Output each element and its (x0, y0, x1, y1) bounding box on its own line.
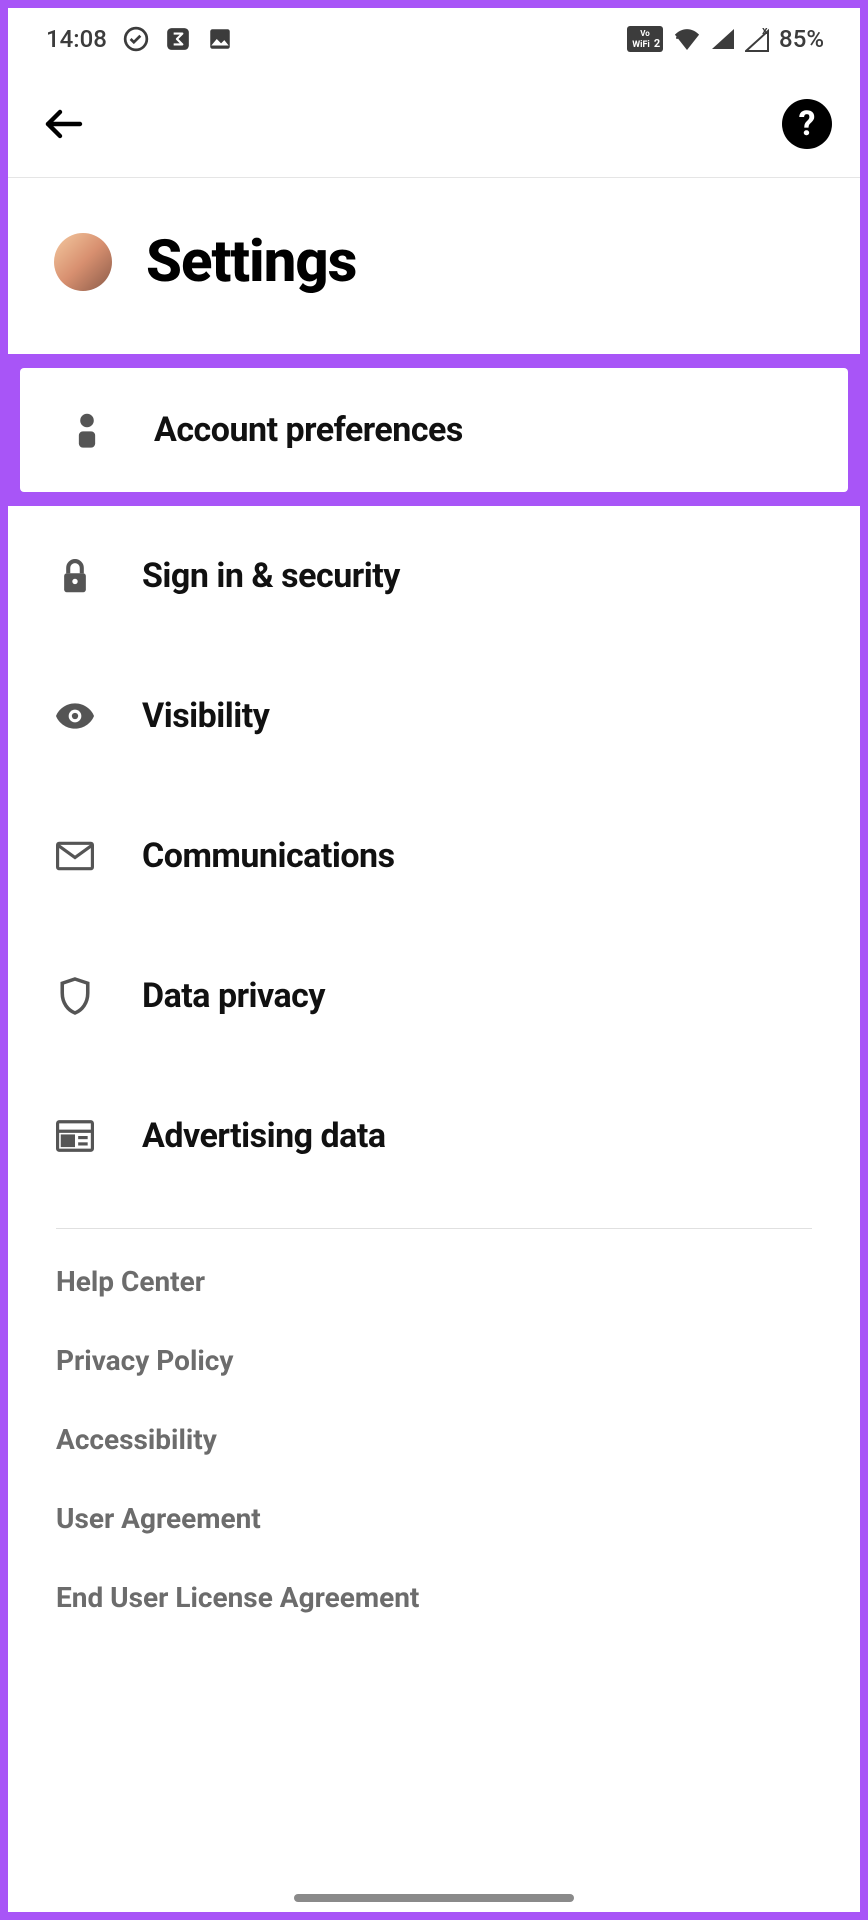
shield-icon (56, 977, 94, 1015)
eye-icon (56, 697, 94, 735)
footer-links: Help Center Privacy Policy Accessibility… (8, 1265, 860, 1654)
mail-icon (56, 837, 94, 875)
footer-link-eula[interactable]: End User License Agreement (56, 1581, 812, 1614)
settings-item-label: Communications (142, 836, 395, 876)
status-battery: 85% (779, 25, 824, 53)
help-icon: ? (799, 104, 816, 144)
status-wifi-icon (673, 28, 701, 50)
status-signal-2-icon: x (745, 26, 769, 52)
settings-item-label: Data privacy (142, 976, 325, 1016)
settings-item-account-preferences[interactable]: Account preferences (20, 368, 848, 492)
settings-item-visibility[interactable]: Visibility (8, 646, 860, 786)
status-check-icon (123, 26, 149, 52)
settings-item-label: Advertising data (142, 1116, 386, 1156)
status-time: 14:08 (46, 25, 107, 53)
settings-item-label: Account preferences (154, 410, 463, 450)
app-bar: ? (8, 70, 860, 178)
status-signal-1-icon (711, 28, 735, 50)
avatar[interactable] (54, 233, 112, 291)
newspaper-icon (56, 1117, 94, 1155)
settings-item-label: Sign in & security (142, 556, 400, 596)
footer-link-accessibility[interactable]: Accessibility (56, 1423, 812, 1456)
settings-item-data-privacy[interactable]: Data privacy (8, 926, 860, 1066)
highlight-box: Account preferences (8, 354, 860, 506)
lock-icon (56, 557, 94, 595)
divider (56, 1228, 812, 1229)
settings-item-label: Visibility (142, 696, 269, 736)
settings-item-communications[interactable]: Communications (8, 786, 860, 926)
header: Settings (8, 178, 860, 354)
status-sigma-icon (165, 26, 191, 52)
svg-text:2: 2 (654, 37, 660, 50)
status-photo-icon (207, 26, 233, 52)
home-indicator[interactable] (294, 1894, 574, 1902)
back-button[interactable] (36, 96, 92, 152)
page-title: Settings (146, 228, 356, 296)
status-bar: 14:08 Vo WiFi 2 x 85% (8, 8, 860, 70)
footer-link-help-center[interactable]: Help Center (56, 1265, 812, 1298)
settings-item-advertising-data[interactable]: Advertising data (8, 1066, 860, 1206)
footer-link-privacy-policy[interactable]: Privacy Policy (56, 1344, 812, 1377)
svg-text:WiFi: WiFi (632, 40, 650, 50)
svg-text:Vo: Vo (640, 29, 650, 38)
person-icon (68, 411, 106, 449)
help-button[interactable]: ? (782, 99, 832, 149)
settings-item-sign-in-security[interactable]: Sign in & security (8, 506, 860, 646)
status-vowifi-icon: Vo WiFi 2 (627, 26, 663, 52)
footer-link-user-agreement[interactable]: User Agreement (56, 1502, 812, 1535)
